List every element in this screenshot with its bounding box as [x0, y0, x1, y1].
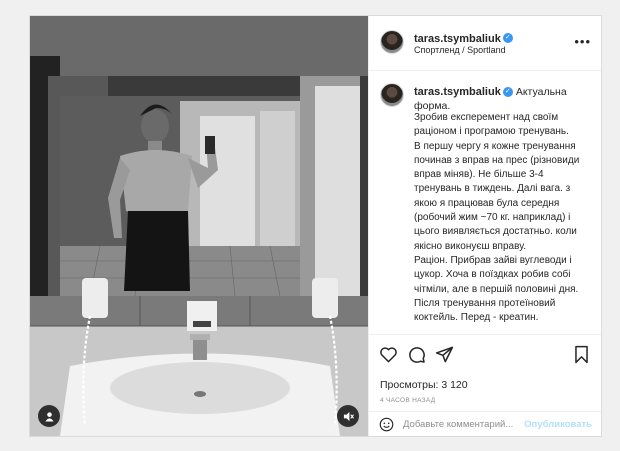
share-button[interactable] — [435, 345, 455, 365]
caption-verified-badge-icon: ✓ — [502, 87, 513, 98]
caption-body: Зробив експеремент над своїм раціоном і … — [414, 112, 580, 324]
author-username[interactable]: taras.tsymbaliuk — [414, 33, 501, 45]
caption-area: taras.tsymbaliuk ✓ Актуальна форма. Зробив… — [369, 71, 601, 334]
sound-off-icon — [343, 411, 354, 421]
tagged-user-button[interactable] — [38, 405, 60, 427]
post-sidebar: taras.tsymbaliuk ✓ Спортленд / Sportland … — [368, 16, 601, 436]
user-icon — [44, 411, 54, 422]
publish-comment-button[interactable]: Опубликовать — [524, 419, 592, 430]
post-media-photo[interactable] — [30, 16, 368, 436]
post-timestamp[interactable]: 4 ЧАСОВ НАЗАД — [380, 397, 435, 404]
caption-author-avatar[interactable] — [380, 83, 404, 107]
share-icon — [435, 346, 454, 363]
verified-badge-icon: ✓ — [502, 32, 513, 43]
caption-headline-row: taras.tsymbaliuk ✓ Актуальна форма. — [414, 85, 593, 113]
like-button[interactable] — [379, 345, 399, 365]
comment-input[interactable]: Добавьте комментарий... — [403, 419, 513, 430]
save-button[interactable] — [572, 345, 592, 365]
sound-toggle-button[interactable] — [337, 405, 359, 427]
more-options-button[interactable]: ••• — [574, 34, 591, 49]
caption-username[interactable]: taras.tsymbaliuk — [414, 86, 501, 98]
bookmark-icon — [575, 345, 588, 364]
locker-room-mirror-selfie-image — [30, 16, 368, 436]
views-count[interactable]: Просмотры: 3 120 — [380, 379, 468, 391]
emoji-picker-button[interactable] — [379, 417, 394, 437]
comment-icon — [409, 347, 425, 363]
action-bar: Просмотры: 3 120 4 ЧАСОВ НАЗАД Добавьте … — [369, 334, 601, 437]
comment-button[interactable] — [407, 345, 427, 365]
add-comment-row: Добавьте комментарий... Опубликовать — [369, 411, 601, 438]
author-avatar[interactable] — [380, 30, 404, 54]
post-location[interactable]: Спортленд / Sportland — [414, 45, 506, 55]
smiley-icon — [379, 417, 394, 432]
post-header: taras.tsymbaliuk ✓ Спортленд / Sportland … — [369, 16, 601, 71]
instagram-post-card: taras.tsymbaliuk ✓ Спортленд / Sportland … — [29, 15, 602, 437]
heart-icon — [380, 347, 397, 363]
